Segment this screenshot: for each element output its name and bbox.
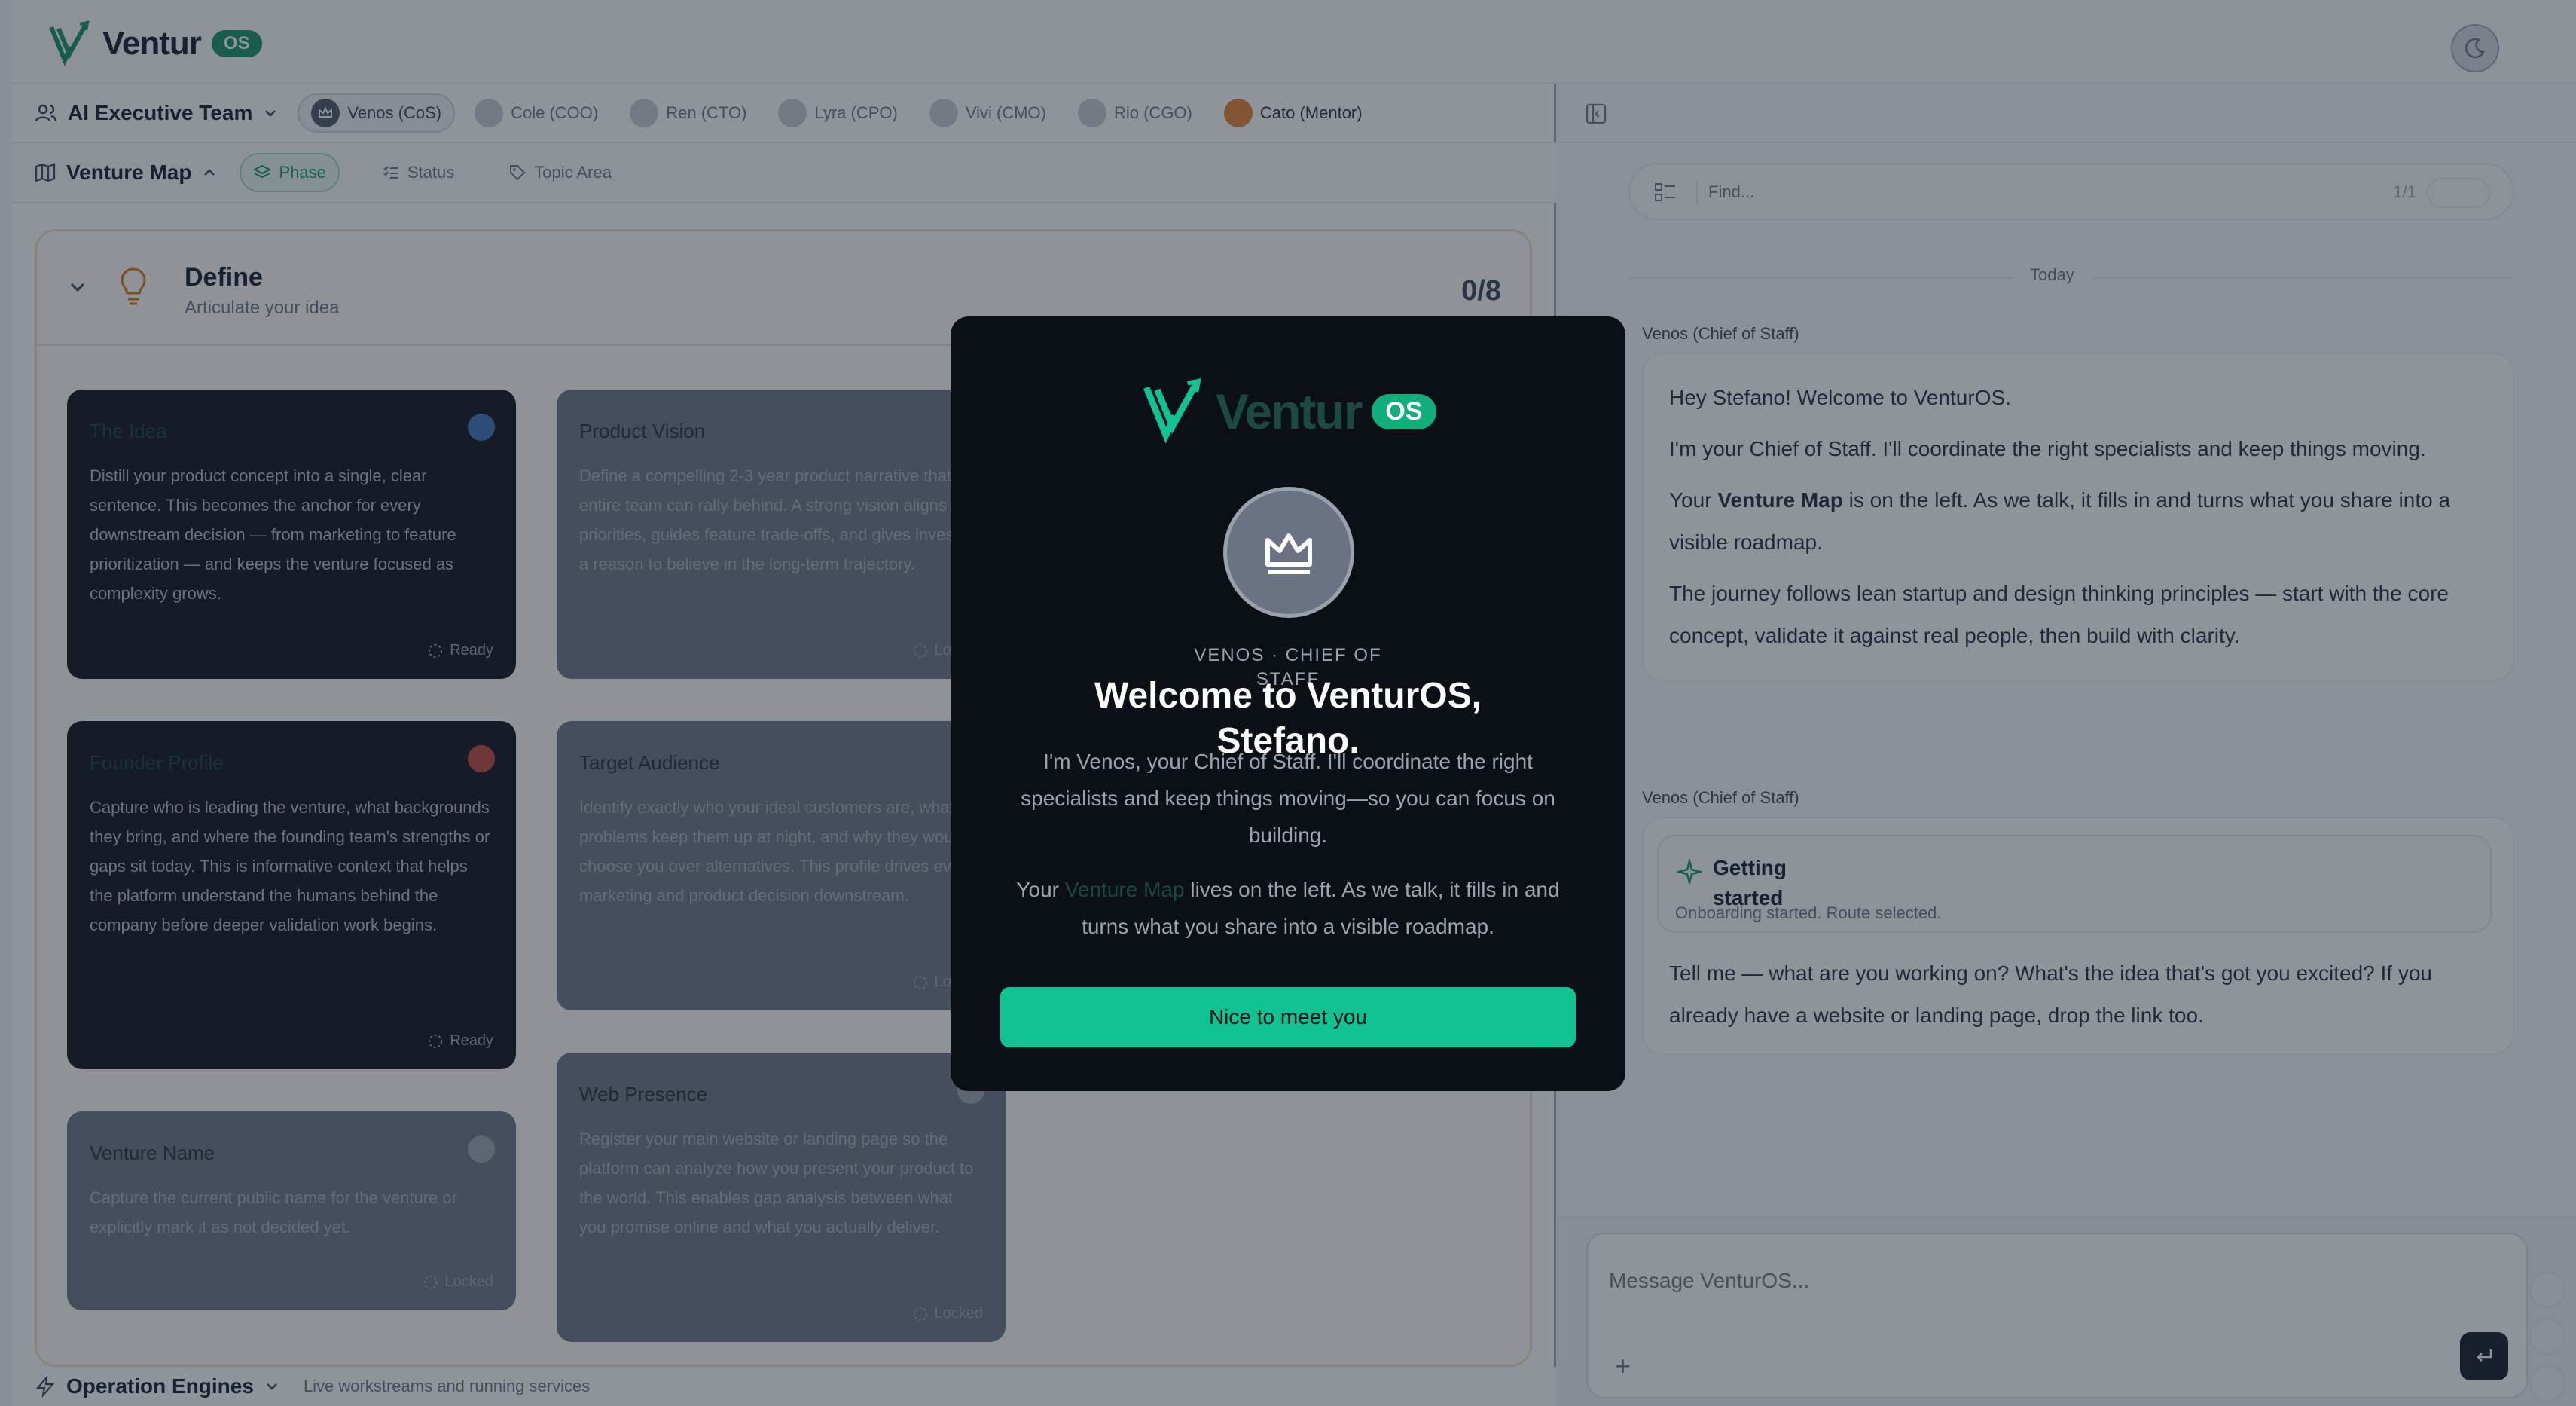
venture-map-link[interactable]: Venture Map (1065, 878, 1185, 901)
modal-text: Your Venture Map lives on the left. As w… (996, 871, 1580, 945)
text: Your (1016, 878, 1065, 901)
modal-brand-name: Ventur (1216, 384, 1363, 439)
modal-text: I'm Venos, your Chief of Staff. I'll coo… (1021, 750, 1555, 847)
crown-icon (1265, 533, 1312, 574)
welcome-modal: Ventur OS VENOS · CHIEF OF STAFF Welcome… (951, 316, 1625, 1091)
modal-os-badge: OS (1372, 393, 1436, 429)
venos-avatar (1223, 487, 1354, 618)
role-line: VENOS · CHIEF OF (1194, 645, 1382, 665)
ventur-logo-icon (1143, 378, 1201, 444)
nice-to-meet-you-button[interactable]: Nice to meet you (1000, 987, 1576, 1047)
modal-brand: Ventur OS (1142, 377, 1436, 446)
